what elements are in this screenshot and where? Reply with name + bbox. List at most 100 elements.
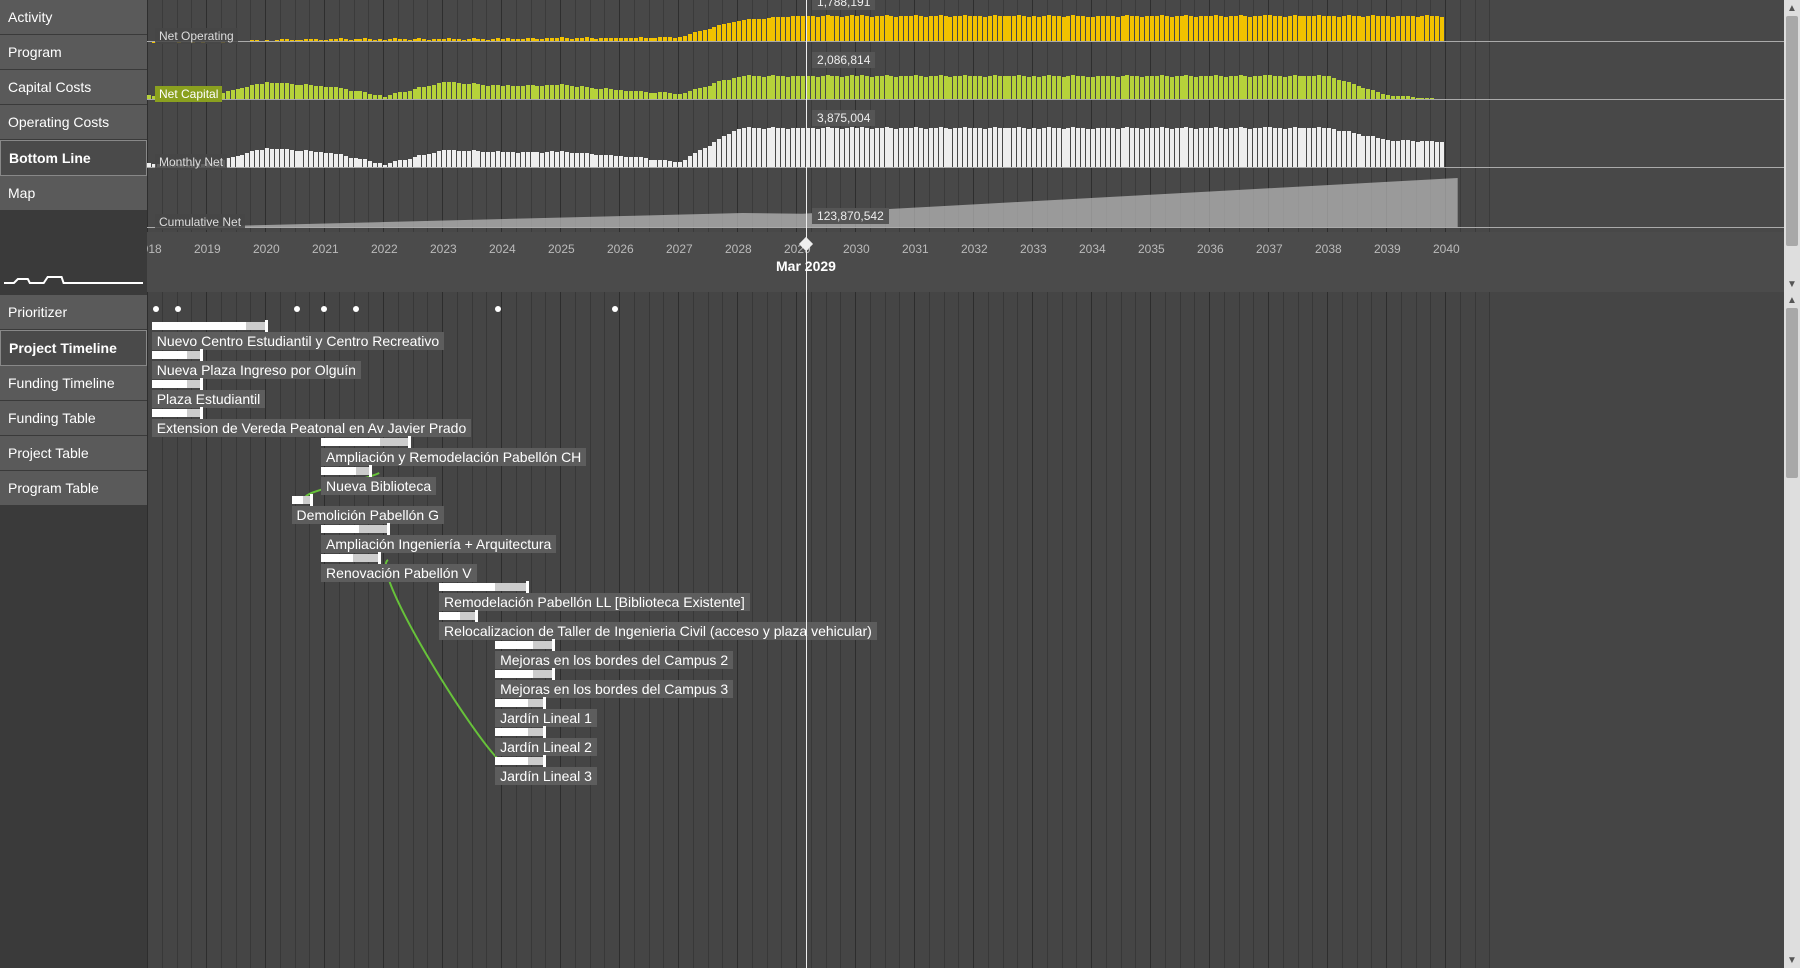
year-label-2030: 2030 xyxy=(843,242,870,256)
year-label-2023: 2023 xyxy=(430,242,457,256)
task-label: Remodelación Pabellón LL [Biblioteca Exi… xyxy=(439,593,750,611)
task-end-cap-icon xyxy=(200,378,203,390)
sidebar-item-map[interactable]: Map xyxy=(0,176,147,211)
milestone-6[interactable] xyxy=(612,306,618,312)
year-label-2037: 2037 xyxy=(1256,242,1283,256)
task-bar-phase1[interactable] xyxy=(152,351,187,359)
chart-row-cumulative-net[interactable]: Cumulative Net 123,870,542 xyxy=(147,178,1800,228)
task-bar-phase1[interactable] xyxy=(495,728,527,736)
chart-scrollbar[interactable]: ▲ ▼ xyxy=(1784,0,1800,292)
chart-row-net-operating[interactable]: Net Operating 1,788,191 xyxy=(147,0,1800,42)
task-bar-phase1[interactable] xyxy=(152,322,246,330)
task-bar-phase2[interactable] xyxy=(495,583,527,591)
task-bar-phase2[interactable] xyxy=(380,438,410,446)
task-bar-phase1[interactable] xyxy=(292,496,304,504)
year-label-2020: 2020 xyxy=(253,242,280,256)
sidebar-item-capital-costs[interactable]: Capital Costs xyxy=(0,70,147,105)
task-bar-phase1[interactable] xyxy=(439,583,495,591)
task-bar-phase2[interactable] xyxy=(359,525,389,533)
gantt-scroll-thumb[interactable] xyxy=(1786,308,1798,478)
year-label-2022: 2022 xyxy=(371,242,398,256)
task-end-cap-icon xyxy=(310,494,313,506)
task-end-cap-icon xyxy=(552,639,555,651)
task-label: Ampliación Ingeniería + Arquitectura xyxy=(321,535,556,553)
scroll-down-icon[interactable]: ▼ xyxy=(1784,952,1800,968)
task-bar-phase1[interactable] xyxy=(321,467,356,475)
scroll-up-icon[interactable]: ▲ xyxy=(1784,0,1800,16)
chart-label-cumulative-net: Cumulative Net xyxy=(155,214,245,230)
task-label: Mejoras en los bordes del Campus 3 xyxy=(495,680,733,698)
task-label: Jardín Lineal 3 xyxy=(495,767,597,785)
task-bar-phase2[interactable] xyxy=(246,322,267,330)
chart-label-net-capital: Net Capital xyxy=(155,86,222,102)
year-label-2032: 2032 xyxy=(961,242,988,256)
chart-row-net-capital[interactable]: Net Capital 2,086,814 xyxy=(147,58,1800,100)
task-bar-phase1[interactable] xyxy=(495,757,527,765)
task-bar-phase1[interactable] xyxy=(321,525,359,533)
sidebar-item-program-table[interactable]: Program Table xyxy=(0,471,147,506)
scroll-down-icon[interactable]: ▼ xyxy=(1784,276,1800,292)
task-label: Extension de Vereda Peatonal en Av Javie… xyxy=(152,419,472,437)
year-label-2034: 2034 xyxy=(1079,242,1106,256)
milestone-0[interactable] xyxy=(153,306,159,312)
task-label: Jardín Lineal 1 xyxy=(495,709,597,727)
task-label: Nueva Plaza Ingreso por Olguín xyxy=(152,361,361,379)
task-label: Plaza Estudiantil xyxy=(152,390,266,408)
chart-scroll-thumb[interactable] xyxy=(1786,16,1798,246)
chart-value-net-operating: 1,788,191 xyxy=(812,0,875,10)
task-end-cap-icon xyxy=(526,581,529,593)
chart-row-monthly-net[interactable]: Monthly Net 3,875,004 xyxy=(147,116,1800,168)
milestone-3[interactable] xyxy=(321,306,327,312)
gantt-scrollbar[interactable]: ▲ ▼ xyxy=(1784,292,1800,968)
sidebar-item-project-timeline[interactable]: Project Timeline xyxy=(0,330,147,366)
sidebar-item-program[interactable]: Program xyxy=(0,35,147,70)
gantt-cursor-line[interactable] xyxy=(806,292,807,968)
mini-overview[interactable] xyxy=(4,259,143,287)
task-end-cap-icon xyxy=(543,697,546,709)
task-end-cap-icon xyxy=(369,465,372,477)
task-bar-phase1[interactable] xyxy=(152,409,187,417)
sidebar-item-funding-timeline[interactable]: Funding Timeline xyxy=(0,366,147,401)
task-end-cap-icon xyxy=(475,610,478,622)
scroll-up-icon[interactable]: ▲ xyxy=(1784,292,1800,308)
time-axis[interactable]: 2018201920202021202220232024202520262027… xyxy=(147,232,1800,292)
sidebar-item-activity[interactable]: Activity xyxy=(0,0,147,35)
year-label-2035: 2035 xyxy=(1138,242,1165,256)
sidebar-item-funding-table[interactable]: Funding Table xyxy=(0,401,147,436)
year-label-2018: 2018 xyxy=(147,242,162,256)
task-bar-phase1[interactable] xyxy=(495,670,533,678)
task-bar-phase1[interactable] xyxy=(495,641,533,649)
axis-cursor-label: Mar 2029 xyxy=(776,258,836,274)
task-end-cap-icon xyxy=(387,523,390,535)
milestone-4[interactable] xyxy=(353,306,359,312)
gantt-area[interactable]: Nuevo Centro Estudiantil y Centro Recrea… xyxy=(147,292,1800,968)
milestone-2[interactable] xyxy=(294,306,300,312)
sidebar-item-prioritizer[interactable]: Prioritizer xyxy=(0,295,147,330)
sidebar-item-project-table[interactable]: Project Table xyxy=(0,436,147,471)
sidebar-separator xyxy=(0,211,147,255)
year-label-2025: 2025 xyxy=(548,242,575,256)
task-bar-phase2[interactable] xyxy=(533,670,554,678)
task-end-cap-icon xyxy=(543,726,546,738)
chart-value-net-capital: 2,086,814 xyxy=(812,52,875,68)
year-label-2038: 2038 xyxy=(1315,242,1342,256)
task-bar-phase1[interactable] xyxy=(321,438,380,446)
sidebar: ActivityProgramCapital CostsOperating Co… xyxy=(0,0,147,968)
milestone-1[interactable] xyxy=(175,306,181,312)
year-label-2033: 2033 xyxy=(1020,242,1047,256)
chart-cursor-line[interactable] xyxy=(806,0,807,232)
sidebar-item-bottom-line[interactable]: Bottom Line xyxy=(0,140,147,176)
task-bar-phase1[interactable] xyxy=(152,380,187,388)
year-label-2021: 2021 xyxy=(312,242,339,256)
sidebar-item-operating-costs[interactable]: Operating Costs xyxy=(0,105,147,140)
task-bar-phase1[interactable] xyxy=(439,612,460,620)
year-label-2040: 2040 xyxy=(1433,242,1460,256)
task-bar-phase1[interactable] xyxy=(495,699,527,707)
task-bar-phase2[interactable] xyxy=(353,554,380,562)
task-bar-phase1[interactable] xyxy=(321,554,353,562)
chart-value-monthly-net: 3,875,004 xyxy=(812,110,875,126)
task-end-cap-icon xyxy=(543,755,546,767)
milestone-5[interactable] xyxy=(495,306,501,312)
task-bar-phase2[interactable] xyxy=(533,641,554,649)
task-label: Ampliación y Remodelación Pabellón CH xyxy=(321,448,586,466)
